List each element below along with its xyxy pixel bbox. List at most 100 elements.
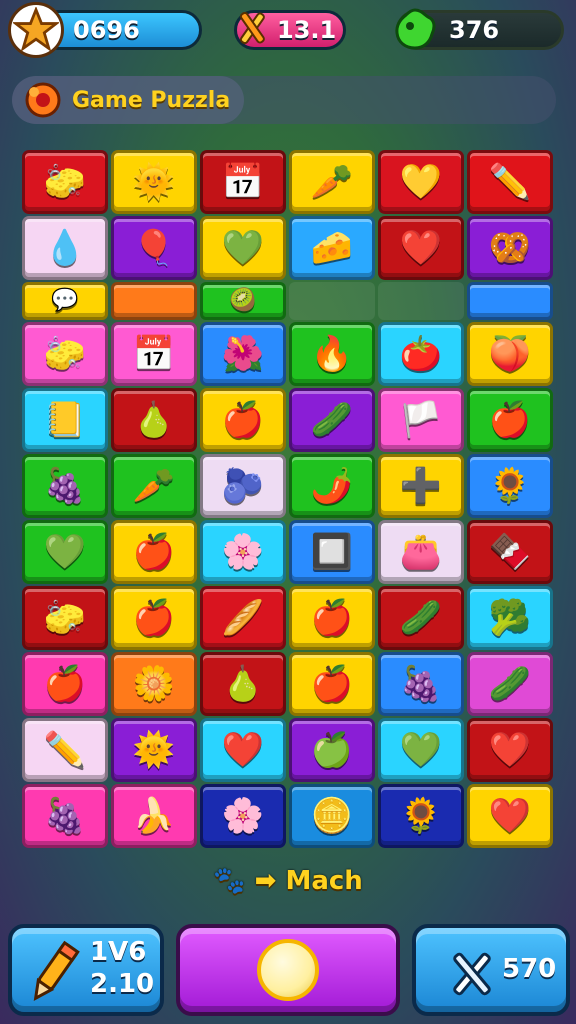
- booster-count-top: 1V6: [90, 937, 147, 967]
- board-tile[interactable]: 🏳️: [378, 388, 464, 452]
- sun-icon: 🌞: [132, 162, 176, 202]
- board-tile[interactable]: 🍎: [289, 586, 375, 650]
- board-tile[interactable]: 🥦: [467, 586, 553, 650]
- board-tile[interactable]: 💧: [22, 216, 108, 280]
- board-tile[interactable]: 📅: [200, 150, 286, 214]
- board-tile[interactable]: 💚: [200, 216, 286, 280]
- board-tile[interactable]: 🥕: [111, 454, 197, 518]
- board-tile[interactable]: 🌻: [467, 454, 553, 518]
- board-tile[interactable]: 🍏: [289, 718, 375, 782]
- board-tile[interactable]: 🧀: [289, 216, 375, 280]
- board-tile[interactable]: ✏️: [467, 150, 553, 214]
- board-tile[interactable]: ❤️: [200, 718, 286, 782]
- board-tile[interactable]: 🍎: [22, 652, 108, 716]
- board-tile[interactable]: 💬: [22, 282, 108, 320]
- board-tile[interactable]: 🧽: [22, 586, 108, 650]
- board-tile[interactable]: 🧽: [22, 150, 108, 214]
- board-tile[interactable]: 💛: [378, 150, 464, 214]
- cucumber-icon: 🥒: [310, 400, 354, 440]
- green-blob-icon: [392, 6, 438, 52]
- board-tile[interactable]: ❤️: [467, 718, 553, 782]
- board-tile[interactable]: 💚: [378, 718, 464, 782]
- board-tile[interactable]: 🪙: [289, 784, 375, 848]
- board-tile[interactable]: 🍑: [467, 322, 553, 386]
- board-row: 🍎 🌼 🍐 🍎 🍇 🥒: [22, 652, 556, 718]
- board-tile[interactable]: 🫐: [200, 454, 286, 518]
- flame-icon: 🔥: [310, 334, 354, 374]
- board-tile[interactable]: 🥒: [289, 388, 375, 452]
- coins-value: 0696: [73, 16, 140, 44]
- board-tile[interactable]: [111, 282, 197, 320]
- board-tile[interactable]: 👛: [378, 520, 464, 584]
- play-button[interactable]: [176, 924, 400, 1016]
- flower-logo-icon: [25, 82, 61, 118]
- board-tile[interactable]: 🥒: [467, 652, 553, 716]
- board-tile[interactable]: 📅: [111, 322, 197, 386]
- apple-icon: 🍎: [43, 664, 87, 704]
- pear-icon: 🍐: [221, 664, 265, 704]
- board-tile[interactable]: 🥕: [289, 150, 375, 214]
- board-tile[interactable]: 🍐: [111, 388, 197, 452]
- grape-icon: 🍇: [43, 466, 87, 506]
- board-tile[interactable]: 🥝: [200, 282, 286, 320]
- coin-icon: 🪙: [310, 796, 354, 836]
- board-tile[interactable]: 🔥: [289, 322, 375, 386]
- board-tile[interactable]: 🍅: [378, 322, 464, 386]
- board-tile[interactable]: 🍎: [467, 388, 553, 452]
- board-tile[interactable]: ❤️: [378, 216, 464, 280]
- board-tile[interactable]: 💚: [22, 520, 108, 584]
- peach-icon: 🍑: [488, 334, 532, 374]
- board-tile[interactable]: 🔲: [289, 520, 375, 584]
- board-tile[interactable]: ✏️: [22, 718, 108, 782]
- board-tile[interactable]: ➕: [378, 454, 464, 518]
- board-tile[interactable]: 🌸: [200, 520, 286, 584]
- board-tile[interactable]: 🌸: [200, 784, 286, 848]
- board-tile: [289, 282, 375, 320]
- board-row: 🧽 📅 🌺 🔥 🍅 🍑: [22, 322, 556, 388]
- board-tile[interactable]: 🍇: [22, 784, 108, 848]
- apple-icon: 🍏: [310, 730, 354, 770]
- board-tile[interactable]: 🌼: [111, 652, 197, 716]
- board-tile[interactable]: 🍫: [467, 520, 553, 584]
- board-tile: [378, 282, 464, 320]
- sponge-icon: 🧽: [43, 334, 87, 374]
- title-bar: Game Puzzla: [12, 76, 556, 124]
- board-tile[interactable]: 🎈: [111, 216, 197, 280]
- drop-icon: 💧: [43, 228, 87, 268]
- board-tile[interactable]: 🥒: [378, 586, 464, 650]
- board-row: 💧 🎈 💚 🧀 ❤️ 🥨: [22, 216, 556, 282]
- board-tile[interactable]: 🍐: [200, 652, 286, 716]
- flag-icon: 🏳️: [399, 400, 443, 440]
- board-tile[interactable]: 🍎: [289, 652, 375, 716]
- board-tile[interactable]: 📒: [22, 388, 108, 452]
- board-tile[interactable]: [467, 282, 553, 320]
- star-icon[interactable]: [8, 2, 64, 58]
- heart-icon: 💛: [399, 162, 443, 202]
- board-tile[interactable]: 🥖: [200, 586, 286, 650]
- board-tile[interactable]: 🍎: [111, 520, 197, 584]
- tomato-icon: 🍅: [399, 334, 443, 374]
- board-tile[interactable]: 🍎: [111, 586, 197, 650]
- board-tile[interactable]: 🌞: [111, 150, 197, 214]
- board-tile[interactable]: 🍎: [200, 388, 286, 452]
- board-tile[interactable]: 🍇: [378, 652, 464, 716]
- apple-icon: 🍎: [310, 664, 354, 704]
- match-arrow-icon: 🐾 ➡: [213, 866, 277, 896]
- board-tile[interactable]: 🌺: [200, 322, 286, 386]
- board-tile[interactable]: 🌻: [378, 784, 464, 848]
- pepper-icon: 🌶️: [310, 466, 354, 506]
- board-tile[interactable]: 🍇: [22, 454, 108, 518]
- tools-booster-button[interactable]: 570: [412, 924, 570, 1016]
- board-tile[interactable]: 🌞: [111, 718, 197, 782]
- board-tile[interactable]: 🧽: [22, 322, 108, 386]
- board-tile[interactable]: 🥨: [467, 216, 553, 280]
- pencil-icon: ✏️: [43, 730, 87, 770]
- board-tile[interactable]: 🍌: [111, 784, 197, 848]
- apple-icon: 🍎: [132, 532, 176, 572]
- heart-icon: ❤️: [488, 796, 532, 836]
- sunflower-icon: 🌻: [488, 466, 532, 506]
- title-pill[interactable]: Game Puzzla: [12, 76, 244, 124]
- board-tile[interactable]: ❤️: [467, 784, 553, 848]
- pencil-booster-button[interactable]: 1V6 2.10: [8, 924, 164, 1016]
- board-tile[interactable]: 🌶️: [289, 454, 375, 518]
